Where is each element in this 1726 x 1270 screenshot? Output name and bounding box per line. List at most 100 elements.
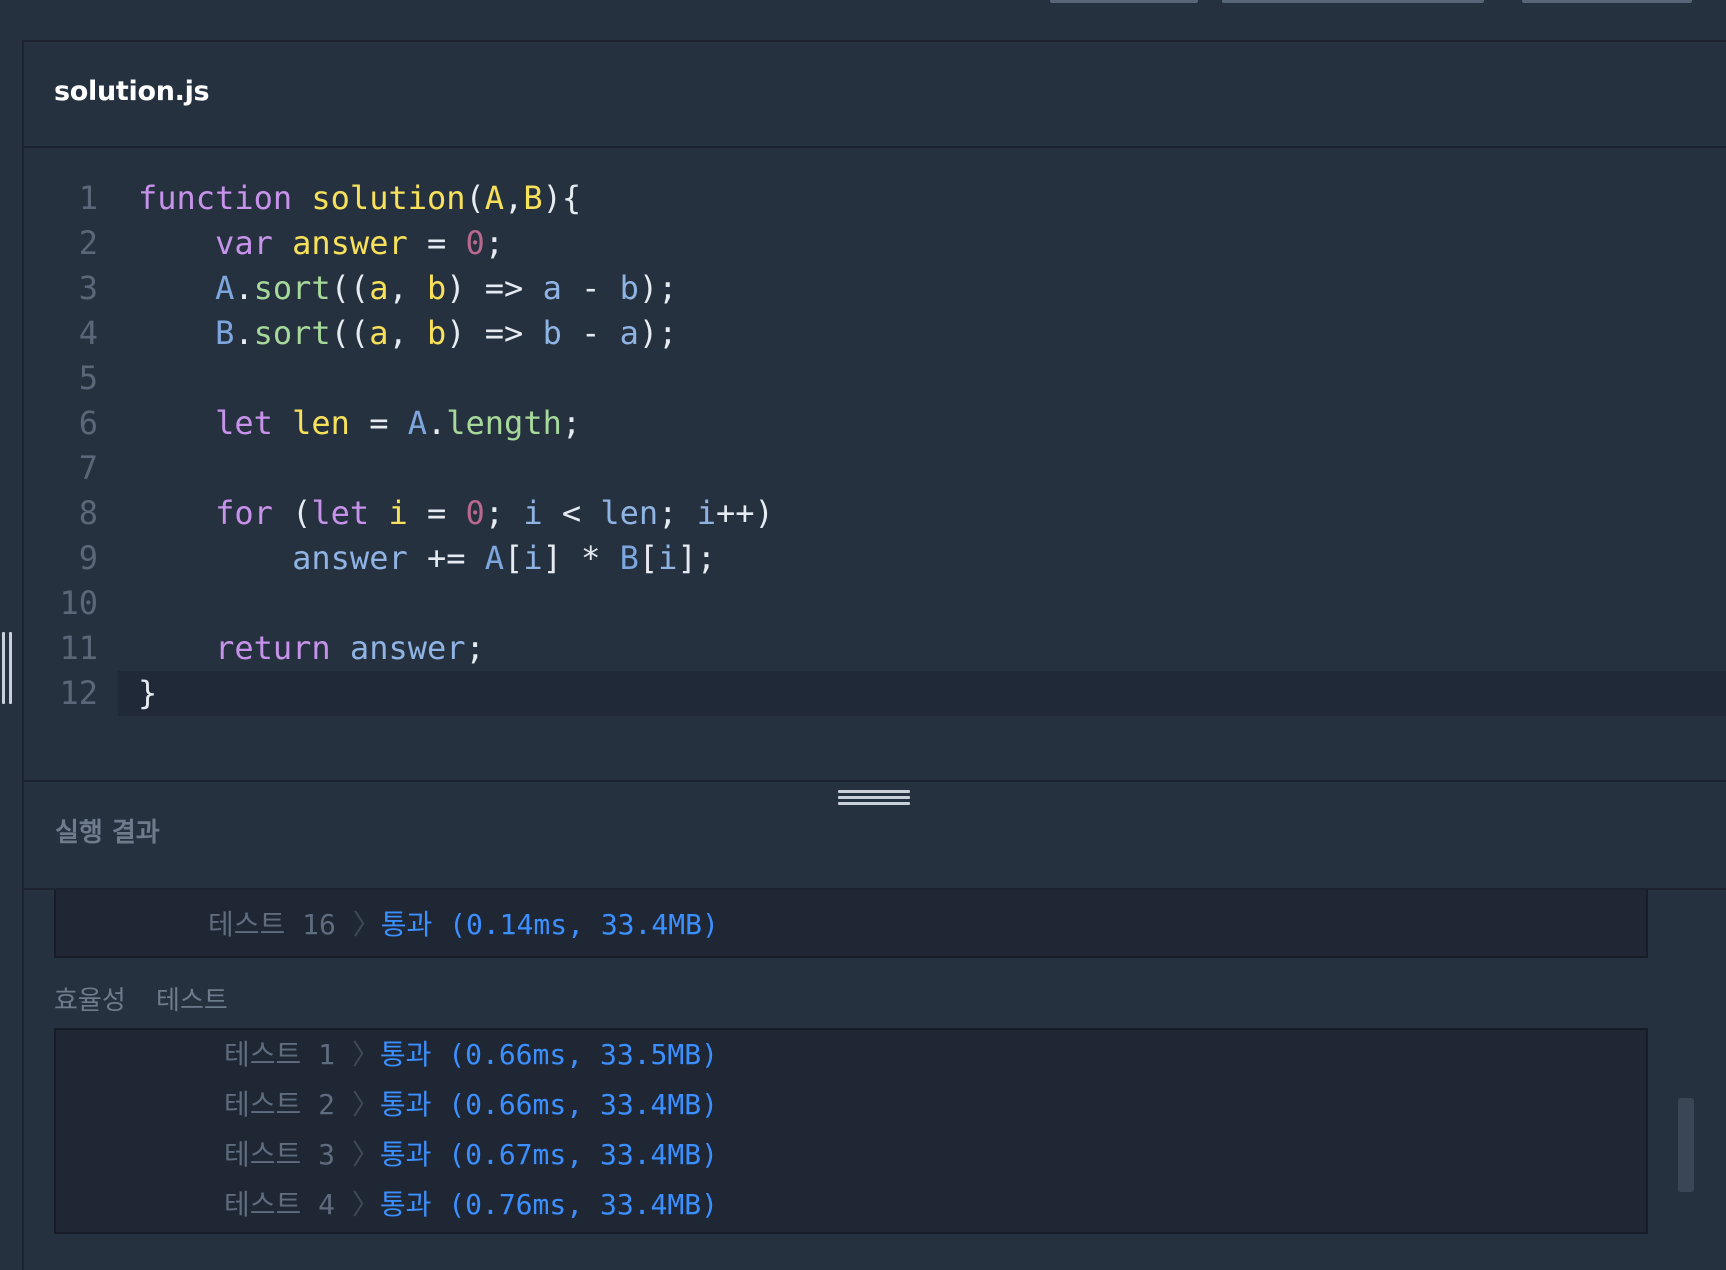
line-number: 6: [78, 404, 98, 442]
code-token: a: [542, 269, 562, 307]
line-number: 8: [78, 494, 98, 532]
test-result-row[interactable]: 테스트 4 〉통과 (0.76ms, 33.4MB): [224, 1180, 718, 1230]
test-metrics: (0.67ms, 33.4MB): [431, 1138, 718, 1171]
line-number: 2: [78, 224, 98, 262]
editor-file-header: solution.js: [24, 42, 1726, 148]
code-token: ) =>: [446, 314, 543, 352]
code-token: ,: [388, 269, 427, 307]
code-token: i: [658, 539, 678, 577]
line-number: 3: [78, 269, 98, 307]
file-name: solution.js: [54, 76, 210, 107]
test-result-row[interactable]: 테스트 2 〉통과 (0.66ms, 33.4MB): [224, 1080, 718, 1130]
code-line[interactable]: 6 let len = A.length;: [24, 401, 1726, 446]
left-panel-resize-handle[interactable]: [0, 632, 14, 704]
toolbar-tab[interactable]: [1222, 0, 1484, 3]
line-number: 9: [78, 539, 98, 577]
code-token: i: [523, 494, 543, 532]
code-token: A: [215, 269, 235, 307]
chevron-right-icon: 〉: [335, 1088, 380, 1121]
code-line[interactable]: 4 B.sort((a, b) => b - a);: [24, 311, 1726, 356]
code-token: answer: [292, 224, 408, 262]
code-token: -: [561, 314, 620, 352]
code-token: ,: [504, 179, 524, 217]
code-token: sort: [253, 269, 331, 307]
test-status: 통과: [379, 1138, 432, 1171]
code-line[interactable]: 5: [24, 356, 1726, 401]
code-line[interactable]: 8 for (let i = 0; i < len; i++): [24, 491, 1726, 536]
code-line[interactable]: 9 answer += A[i] * B[i];: [24, 536, 1726, 581]
code-token: a: [369, 269, 389, 307]
test-status: 통과: [379, 1088, 432, 1121]
code-editor[interactable]: solution.js 1 function solution(A,B){2 va…: [24, 42, 1726, 780]
line-number: 12: [59, 674, 98, 712]
code-token: A: [407, 404, 427, 442]
code-token: ;: [658, 494, 697, 532]
code-line[interactable]: 11 return answer;: [24, 626, 1726, 671]
code-line[interactable]: 7: [24, 446, 1726, 491]
code-token: ;: [465, 629, 485, 667]
test-metrics: (0.66ms, 33.4MB): [431, 1088, 718, 1121]
line-number: 5: [78, 359, 98, 397]
code-token: =: [349, 404, 408, 442]
results-scrollbar[interactable]: [1678, 1098, 1694, 1192]
test-status: 통과: [379, 1038, 432, 1071]
code-line[interactable]: 1 function solution(A,B){: [24, 176, 1726, 221]
code-token: answer: [349, 629, 466, 667]
code-line[interactable]: 2 var answer = 0;: [24, 221, 1726, 266]
test-name: 테스트 2: [224, 1088, 335, 1121]
code-line[interactable]: 12}: [24, 671, 1726, 716]
code-token: B: [619, 539, 639, 577]
efficiency-test-label: 효율성 테스트: [54, 986, 228, 1016]
code-token: =: [407, 224, 466, 262]
code-token: .: [234, 269, 254, 307]
code-area[interactable]: 1 function solution(A,B){2 var answer = 0…: [24, 148, 1726, 780]
code-text: answer += A[i] * B[i];: [138, 536, 716, 581]
code-token: [: [504, 539, 524, 577]
code-token: =: [407, 494, 466, 532]
test-result-row[interactable]: 테스트 3 〉통과 (0.67ms, 33.4MB): [224, 1130, 718, 1180]
code-token: var: [215, 224, 273, 262]
code-token: length: [446, 404, 562, 442]
code-line[interactable]: 10: [24, 581, 1726, 626]
test-status: 통과: [380, 908, 433, 941]
chevron-right-icon: 〉: [335, 908, 381, 941]
code-token: A: [484, 539, 505, 577]
code-line[interactable]: 3 A.sort((a, b) => a - b);: [24, 266, 1726, 311]
chevron-right-icon: 〉: [335, 1188, 380, 1221]
test-result-row[interactable]: 테스트 16 〉통과 (0.14ms, 33.4MB): [208, 900, 719, 950]
code-token: function: [138, 179, 293, 217]
code-token: b: [426, 269, 447, 307]
code-token: for: [215, 494, 273, 532]
code-token: ((: [330, 269, 370, 307]
code-text: A.sort((a, b) => a - b);: [138, 266, 677, 311]
test-result-row[interactable]: 테스트 1 〉통과 (0.66ms, 33.5MB): [224, 1030, 718, 1080]
code-token: ) =>: [446, 269, 543, 307]
code-token: .: [234, 314, 254, 352]
results-panel[interactable]: 테스트 15 〉통과 (0.15ms, 33.4MB)테스트 16 〉통과 (0…: [24, 888, 1726, 1270]
code-token: let: [215, 404, 273, 442]
efficiency-test-list: 테스트 1 〉통과 (0.66ms, 33.5MB) 테스트 2 〉통과 (0.6…: [54, 1028, 1648, 1234]
panel-resize-grip[interactable]: [838, 788, 910, 808]
toolbar-tab[interactable]: [1050, 0, 1198, 3]
test-name: 테스트 1: [224, 1038, 335, 1071]
toolbar-tab[interactable]: [1522, 0, 1692, 3]
code-token: ];: [677, 539, 716, 577]
code-token: ] *: [542, 539, 620, 577]
line-number: 7: [78, 449, 98, 487]
code-token: B: [215, 314, 235, 352]
code-token: -: [561, 269, 620, 307]
line-number: 10: [59, 584, 98, 622]
code-token: ){: [542, 179, 582, 217]
code-token: i: [523, 539, 543, 577]
active-line-highlight: [118, 671, 1726, 716]
